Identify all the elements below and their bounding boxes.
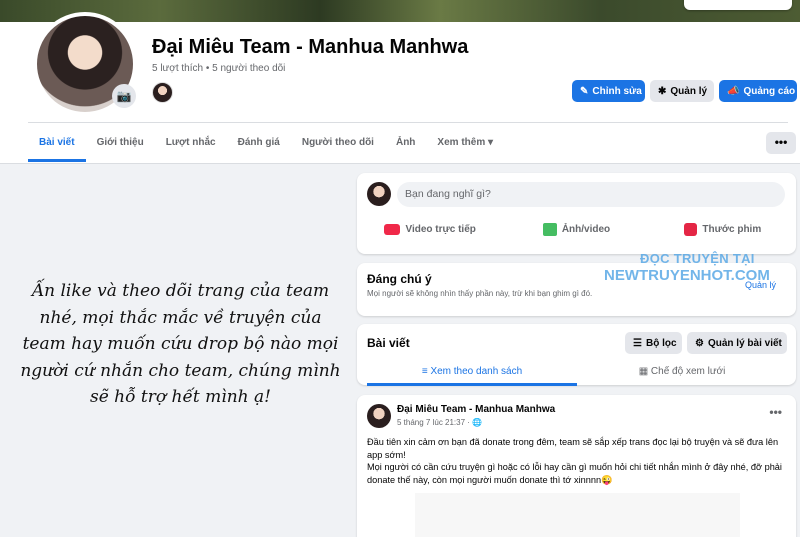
post-card: Đại Miêu Team - Manhua Manhwa 5 tháng 7 … (357, 395, 796, 537)
post-paragraph: Mọi người có cần cứu truyện gì hoặc có l… (367, 462, 782, 485)
page-tabs: Bài viết Giới thiệu Lượt nhắc Đánh giá N… (28, 129, 504, 162)
filter-button[interactable]: ☰ Bộ lọc (625, 332, 682, 354)
manage-label: Quản lý (670, 85, 708, 97)
edit-page-button[interactable]: ✎ Chỉnh sửa (572, 80, 645, 102)
reel-button[interactable]: Thước phim (650, 223, 796, 236)
tab-posts[interactable]: Bài viết (28, 129, 86, 162)
photo-video-label: Ảnh/video (561, 224, 611, 235)
note-line: Ấn like và theo dõi trang của team (31, 281, 330, 301)
edit-page-label: Chỉnh sửa (592, 85, 642, 97)
post-paragraph: Đầu tiên xin cảm ơn bạn đã donate trong … (367, 437, 779, 460)
photo-video-button[interactable]: Ảnh/video (503, 223, 649, 236)
post-options-button[interactable]: ••• (769, 405, 782, 419)
manage-posts-label: Quản lý bài viết (707, 337, 782, 349)
featured-title: Đáng chú ý (367, 272, 432, 286)
handwritten-note: Ấn like và theo dõi trang của team nhé, … (8, 278, 353, 411)
tab-more-label: Xem thêm (437, 137, 486, 148)
pencil-icon: ✎ (580, 85, 589, 97)
gear-icon: ⚙ (695, 337, 704, 349)
tab-photos[interactable]: Ảnh (385, 129, 426, 162)
view-tabs: ≡ Xem theo danh sách ▦ Chế độ xem lưới (367, 361, 787, 386)
posts-section: Bài viết ☰ Bộ lọc ⚙ Quản lý bài viết ≡ X… (357, 324, 796, 386)
list-view-label: Xem theo danh sách (430, 366, 523, 377)
tab-reviews[interactable]: Đánh giá (227, 129, 291, 162)
post-timestamp[interactable]: 5 tháng 7 lúc 21:37 · 🌐 (397, 418, 482, 427)
page-header: 📷 Đại Miêu Team - Manhua Manhwa 5 lượt t… (0, 12, 800, 164)
note-line: nhé, mọi thắc mắc về truyện của (39, 307, 322, 328)
composer-avatar[interactable] (367, 182, 391, 206)
manage-button[interactable]: ✱ Quản lý (650, 80, 714, 102)
reel-icon (684, 223, 698, 236)
live-video-icon (384, 224, 401, 235)
tab-list-view[interactable]: ≡ Xem theo danh sách (367, 361, 577, 386)
live-video-label: Video trực tiếp (405, 224, 476, 235)
posts-title: Bài viết (367, 336, 410, 350)
live-video-button[interactable]: Video trực tiếp (357, 223, 503, 236)
post-author-avatar[interactable] (367, 404, 391, 428)
ads-label: Quảng cáo (743, 85, 796, 97)
post-composer: Bạn đang nghĩ gì? Video trực tiếp Ảnh/vi… (357, 173, 796, 254)
reel-label: Thước phim (702, 224, 762, 235)
tab-followers[interactable]: Người theo dõi (291, 129, 385, 162)
filter-label: Bộ lọc (645, 337, 677, 349)
note-line: người cứ nhắn cho team, chúng mình (20, 360, 341, 381)
watermark-line1: ĐỌC TRUYỆN TẠI (640, 251, 755, 266)
edit-cover-button[interactable] (684, 0, 792, 10)
note-line: team hay muốn cứu drop bộ nào mọi (22, 334, 339, 354)
featured-manage-link[interactable]: Quản lý (745, 280, 776, 290)
post-image[interactable] (415, 493, 740, 537)
featured-text: Mọi người sẽ không nhìn thấy phần này, t… (367, 289, 593, 298)
nav-divider (28, 122, 788, 123)
caret-down-icon: ▾ (488, 137, 494, 148)
tools-icon: ✱ (658, 85, 667, 97)
ads-button[interactable]: 📣 Quảng cáo (719, 80, 797, 102)
post-author[interactable]: Đại Miêu Team - Manhua Manhwa (397, 404, 555, 415)
filter-icon: ☰ (633, 337, 642, 349)
photo-icon (542, 223, 557, 236)
grid-view-label: Chế độ xem lưới (650, 366, 726, 377)
composer-input[interactable]: Bạn đang nghĩ gì? (397, 182, 785, 207)
follower-avatar[interactable] (152, 82, 173, 103)
manage-posts-button[interactable]: ⚙ Quản lý bài viết (687, 332, 787, 354)
page-title: Đại Miêu Team - Manhua Manhwa (152, 36, 469, 58)
tab-more[interactable]: Xem thêm ▾ (426, 129, 504, 162)
post-body: Đầu tiên xin cảm ơn bạn đã donate trong … (367, 436, 787, 486)
grid-icon: ▦ (638, 366, 651, 377)
tab-mentions[interactable]: Lượt nhắc (155, 129, 227, 162)
page-stats[interactable]: 5 lượt thích • 5 người theo dõi (152, 63, 285, 74)
cover-photo (0, 0, 800, 22)
tab-grid-view[interactable]: ▦ Chế độ xem lưới (577, 361, 787, 386)
tab-about[interactable]: Giới thiệu (86, 129, 155, 162)
megaphone-icon: 📣 (727, 85, 740, 97)
note-line: sẽ hỗ trợ hết mình ạ! (89, 387, 271, 407)
composer-actions: Video trực tiếp Ảnh/video Thước phim (357, 223, 796, 236)
more-options-button[interactable]: ••• (766, 132, 796, 154)
camera-icon[interactable]: 📷 (112, 84, 136, 108)
